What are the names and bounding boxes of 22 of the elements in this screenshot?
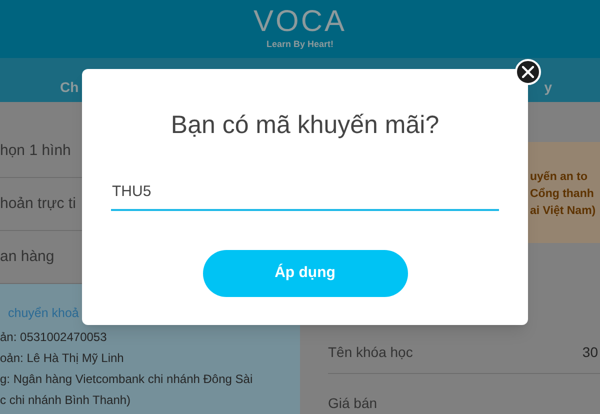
apply-button[interactable]: Áp dụng <box>202 250 408 296</box>
transfer-title: chuyển khoả <box>7 305 80 322</box>
close-icon <box>522 66 534 78</box>
nav-link[interactable]: Ch <box>60 76 79 98</box>
transfer-detail: c chi nhánh Bình Thanh) <box>0 392 132 409</box>
code-input[interactable]: THU5 <box>111 174 499 210</box>
transfer-detail: ản: 0531002470053 <box>0 330 108 346</box>
notice-text: Cổng thanh <box>530 186 595 202</box>
payment-option[interactable]: hoản trực ti <box>0 192 76 216</box>
logo-tagline: Learn By Heart! <box>266 38 334 51</box>
payment-option[interactable]: họn 1 hình <box>0 140 71 162</box>
payment-option[interactable]: an hàng <box>0 246 54 268</box>
row-label: Giá bán <box>328 394 378 412</box>
transfer-detail: oản: Lê Hà Thị Mỹ Linh <box>0 350 125 367</box>
row-value: 30 <box>582 343 599 362</box>
notice-text: ai Việt Nam) <box>530 204 597 219</box>
row-label: Tên khóa học <box>328 343 413 362</box>
nav-link[interactable]: y <box>544 76 552 98</box>
notice-text: uyến an to <box>530 170 589 185</box>
dialog-title: Bạn có mã khuyến mãi? <box>170 110 440 141</box>
site-logo: VOCA <box>253 6 347 37</box>
transfer-detail: g: Ngân hàng Vietcombank chi nhánh Đông Sài <box>0 372 254 388</box>
